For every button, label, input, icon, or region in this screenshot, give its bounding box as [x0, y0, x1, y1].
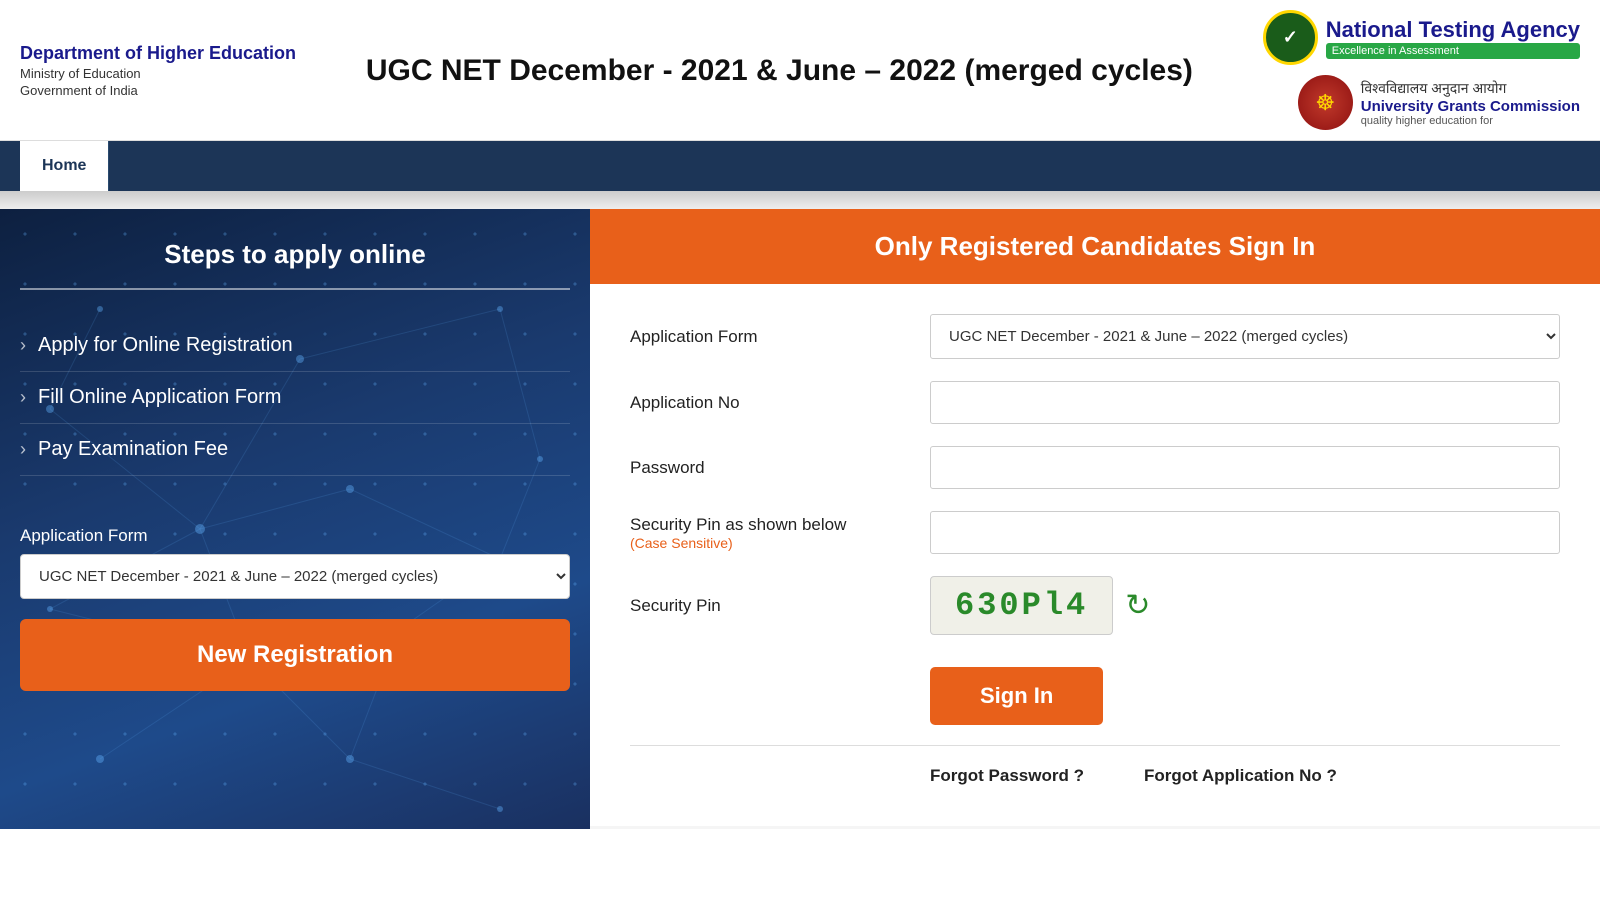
step-label-1: Apply for Online Registration	[38, 334, 293, 357]
security-pin-input-row: Security Pin as shown below (Case Sensit…	[630, 511, 1560, 554]
password-row: Password	[630, 446, 1560, 489]
ugc-text: विश्वविद्यालय अनुदान आयोग University Gra…	[1361, 79, 1580, 127]
step-label-3: Pay Examination Fee	[38, 438, 228, 461]
signin-button[interactable]: Sign In	[930, 667, 1103, 725]
steps-divider	[20, 288, 570, 290]
new-registration-button[interactable]: New Registration	[20, 619, 570, 691]
step-label-2: Fill Online Application Form	[38, 386, 281, 409]
main-content: Steps to apply online › Apply for Online…	[0, 209, 1600, 829]
application-form-label: Application Form	[630, 327, 910, 347]
application-form-select-container: UGC NET December - 2021 & June – 2022 (m…	[930, 314, 1560, 359]
security-pin-display-label: Security Pin	[630, 596, 910, 616]
application-form-row: Application Form UGC NET December - 2021…	[630, 314, 1560, 359]
application-no-label: Application No	[630, 393, 910, 413]
divider-strip	[0, 191, 1600, 209]
password-label: Password	[630, 458, 910, 478]
header: Department of Higher Education Ministry …	[0, 0, 1600, 141]
password-input[interactable]	[930, 446, 1560, 489]
step-item-1[interactable]: › Apply for Online Registration	[20, 320, 570, 372]
application-form-select[interactable]: UGC NET December - 2021 & June – 2022 (m…	[930, 314, 1560, 359]
page-title: UGC NET December - 2021 & June – 2022 (m…	[336, 51, 1223, 90]
case-sensitive-label: (Case Sensitive)	[630, 535, 910, 551]
step-item-3[interactable]: › Pay Examination Fee	[20, 424, 570, 476]
header-center: UGC NET December - 2021 & June – 2022 (m…	[296, 51, 1263, 90]
nta-name: National Testing Agency	[1326, 17, 1580, 43]
ugc-logo: ☸ विश्वविद्यालय अनुदान आयोग University G…	[1298, 75, 1580, 130]
application-no-row: Application No	[630, 381, 1560, 424]
nav-item-home[interactable]: Home	[20, 141, 109, 191]
ugc-tagline: quality higher education for	[1361, 115, 1580, 127]
header-logos: ✓ National Testing Agency Excellence in …	[1263, 10, 1580, 130]
header-dept-info: Department of Higher Education Ministry …	[20, 43, 296, 98]
forgot-password-link[interactable]: Forgot Password ?	[930, 766, 1084, 786]
nta-tagline: Excellence in Assessment	[1326, 43, 1580, 59]
forgot-appno-link[interactable]: Forgot Application No ?	[1144, 766, 1337, 786]
step-item-2[interactable]: › Fill Online Application Form	[20, 372, 570, 424]
application-form-dropdown[interactable]: UGC NET December - 2021 & June – 2022 (m…	[20, 554, 570, 599]
nta-logo: ✓ National Testing Agency Excellence in …	[1263, 10, 1580, 65]
ugc-name: University Grants Commission	[1361, 98, 1580, 115]
dropdown-label: Application Form	[20, 526, 570, 546]
signin-btn-row: Sign In	[630, 657, 1560, 745]
step-arrow-2: ›	[20, 387, 26, 408]
left-panel: Steps to apply online › Apply for Online…	[0, 209, 590, 829]
signin-header-text: Only Registered Candidates Sign In	[875, 231, 1316, 261]
application-no-input[interactable]	[930, 381, 1560, 424]
steps-list: › Apply for Online Registration › Fill O…	[20, 320, 570, 476]
ugc-logo-icon: ☸	[1298, 75, 1353, 130]
forgot-row: Forgot Password ? Forgot Application No …	[630, 745, 1560, 796]
step-arrow-1: ›	[20, 335, 26, 356]
dropdown-section: Application Form UGC NET December - 2021…	[20, 526, 570, 599]
security-pin-display: 630Pl4 ↻	[930, 576, 1150, 635]
nta-text: National Testing Agency Excellence in As…	[1326, 17, 1580, 59]
right-panel: Only Registered Candidates Sign In Appli…	[590, 209, 1600, 829]
security-pin-as-shown-label: Security Pin as shown below (Case Sensit…	[630, 515, 910, 551]
nav-bar: Home	[0, 141, 1600, 191]
form-area: Application Form UGC NET December - 2021…	[590, 284, 1600, 826]
nta-logo-icon: ✓	[1263, 10, 1318, 65]
refresh-captcha-button[interactable]: ↻	[1125, 588, 1150, 623]
signin-header: Only Registered Candidates Sign In	[590, 209, 1600, 284]
step-arrow-3: ›	[20, 439, 26, 460]
govt-name: Government of India	[20, 83, 296, 98]
security-pin-display-row: Security Pin 630Pl4 ↻	[630, 576, 1560, 635]
steps-title: Steps to apply online	[20, 239, 570, 270]
dept-name: Department of Higher Education	[20, 43, 296, 64]
ugc-hindi: विश्वविद्यालय अनुदान आयोग	[1361, 79, 1580, 98]
security-pin-value: 630Pl4	[930, 576, 1113, 635]
security-pin-input[interactable]	[930, 511, 1560, 554]
ministry-name: Ministry of Education	[20, 66, 296, 81]
refresh-icon: ↻	[1125, 588, 1150, 623]
